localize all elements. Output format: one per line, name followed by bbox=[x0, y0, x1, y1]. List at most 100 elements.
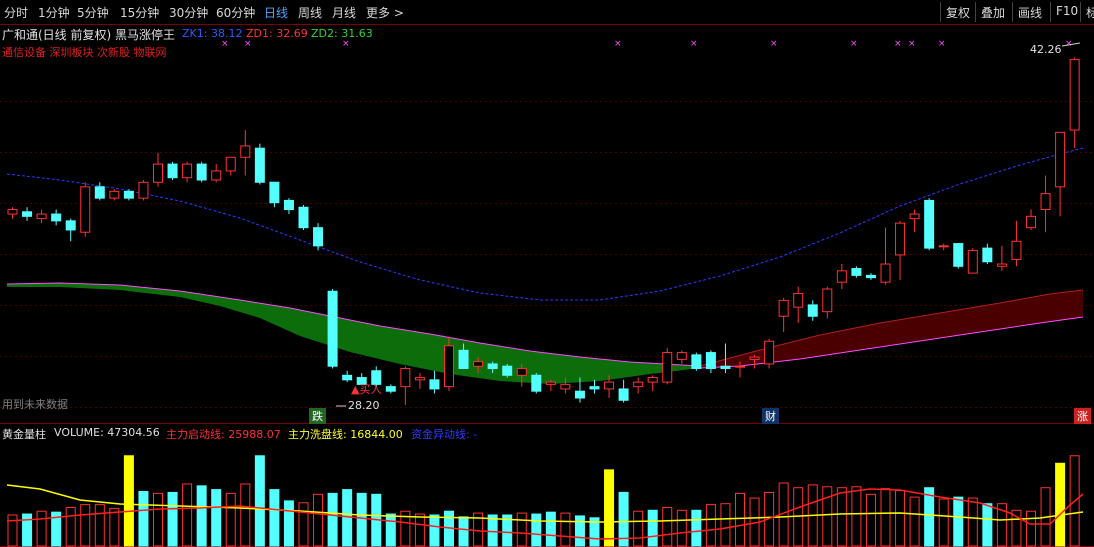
volume-bar bbox=[414, 513, 425, 547]
mark-button[interactable]: 标 bbox=[1080, 2, 1094, 22]
volume-bar bbox=[1026, 510, 1036, 547]
candle-body bbox=[749, 356, 760, 360]
candle bbox=[778, 298, 789, 333]
candle bbox=[80, 182, 91, 237]
candle bbox=[51, 209, 62, 226]
svg-text:×: × bbox=[342, 39, 350, 49]
restore-rights-button[interactable]: 复权 bbox=[940, 2, 975, 22]
f10-button[interactable]: F10 bbox=[1050, 2, 1083, 22]
candle bbox=[764, 338, 775, 369]
candle-body bbox=[604, 381, 615, 390]
candle bbox=[298, 204, 309, 230]
period-tab-15min[interactable]: 15分钟 bbox=[120, 4, 159, 21]
candle bbox=[429, 370, 440, 394]
period-toolbar: 分时 1分钟 5分钟 15分钟 30分钟 60分钟 日线 周线 月线 更多 > … bbox=[0, 0, 1094, 24]
candle bbox=[807, 300, 818, 321]
volume-bar bbox=[458, 516, 469, 547]
period-tab-60min[interactable]: 60分钟 bbox=[216, 4, 255, 21]
candle bbox=[283, 198, 294, 215]
candle bbox=[400, 366, 411, 405]
candle-body bbox=[283, 199, 294, 211]
volume-bar bbox=[604, 469, 615, 547]
period-tab-5min[interactable]: 5分钟 bbox=[77, 4, 109, 21]
chevron-right-icon: > bbox=[393, 6, 404, 20]
candle-body bbox=[502, 365, 513, 376]
candle-body bbox=[51, 213, 62, 222]
candle-body bbox=[705, 352, 716, 369]
period-tab-30min[interactable]: 30分钟 bbox=[169, 4, 208, 21]
draw-line-button[interactable]: 画线 bbox=[1012, 2, 1047, 22]
candle bbox=[1011, 220, 1022, 267]
period-tab-more[interactable]: 更多 > bbox=[366, 4, 404, 21]
volume-bar bbox=[865, 493, 876, 547]
candle bbox=[1069, 57, 1080, 149]
volume-bar bbox=[167, 491, 178, 547]
candle-body bbox=[240, 145, 251, 158]
future-data-note: 用到未来数据 bbox=[2, 398, 68, 411]
stock-title: 广和通(日线 前复权) 黑马涨停王 bbox=[2, 28, 175, 42]
candle-body bbox=[153, 163, 163, 183]
volume-bar bbox=[80, 504, 91, 547]
candle-body bbox=[953, 243, 964, 267]
volume-bar bbox=[531, 513, 542, 547]
volume-bar bbox=[196, 485, 207, 547]
svg-text:×: × bbox=[938, 39, 946, 49]
candle bbox=[996, 245, 1007, 271]
volume-bar bbox=[1055, 462, 1066, 547]
volume-bar bbox=[895, 490, 906, 547]
volume-value: VOLUME: 47304.56 bbox=[54, 426, 160, 439]
svg-text:×: × bbox=[244, 39, 252, 49]
candle bbox=[327, 288, 338, 369]
candle-body bbox=[735, 365, 745, 368]
volume-bar bbox=[254, 455, 265, 547]
candle-body bbox=[109, 190, 120, 199]
signal-markers: × × × × × × × × × × × bbox=[221, 39, 1073, 49]
volume-bar bbox=[429, 514, 440, 547]
overlay-button[interactable]: 叠加 bbox=[975, 2, 1010, 22]
candle bbox=[647, 375, 658, 392]
candle-body bbox=[851, 268, 862, 276]
volume-bar bbox=[487, 514, 498, 547]
svg-text:×: × bbox=[908, 39, 916, 49]
period-tab-weekly[interactable]: 周线 bbox=[298, 4, 322, 21]
volume-bar bbox=[269, 489, 280, 547]
candle bbox=[865, 273, 876, 280]
candle-body bbox=[647, 377, 658, 383]
candle bbox=[138, 179, 149, 201]
svg-text:×: × bbox=[221, 39, 229, 49]
candle bbox=[662, 348, 673, 385]
period-tab-daily[interactable]: 日线 bbox=[264, 4, 288, 21]
volume-bar bbox=[65, 506, 76, 547]
marker-rise: 涨 bbox=[1074, 408, 1091, 424]
volume-bar bbox=[356, 492, 367, 547]
candle-body bbox=[444, 345, 454, 388]
candle-body bbox=[225, 156, 236, 172]
volume-bar bbox=[967, 497, 978, 547]
volume-bar bbox=[953, 496, 964, 547]
volume-bar bbox=[633, 510, 644, 547]
candle-body bbox=[1026, 215, 1036, 229]
svg-text:×: × bbox=[770, 39, 778, 49]
zd1-value: ZD1: 32.69 bbox=[246, 27, 308, 40]
candle bbox=[909, 209, 920, 233]
period-tab-1min[interactable]: 1分钟 bbox=[38, 4, 70, 21]
candle bbox=[618, 379, 629, 403]
candle bbox=[240, 130, 251, 176]
candle bbox=[254, 143, 265, 185]
candle-body bbox=[793, 293, 804, 308]
volume-bar bbox=[909, 496, 920, 547]
period-tab-monthly[interactable]: 月线 bbox=[332, 4, 356, 21]
candle-body bbox=[924, 199, 935, 249]
wash-line-value: 主力洗盘线: 16844.00 bbox=[288, 428, 403, 441]
candle-body bbox=[123, 190, 134, 199]
volume-bar bbox=[851, 486, 862, 547]
buy-signal-label: ▲买入 bbox=[351, 383, 382, 396]
candle bbox=[123, 189, 134, 201]
candle-body bbox=[880, 263, 891, 283]
volume-bar bbox=[109, 507, 120, 547]
stock-chart[interactable]: × × × × × × × × × × × bbox=[0, 0, 1094, 547]
candle bbox=[196, 161, 207, 183]
candle-body bbox=[764, 340, 775, 365]
volume-bar bbox=[385, 513, 396, 547]
period-tab-timeshare[interactable]: 分时 bbox=[4, 4, 28, 21]
